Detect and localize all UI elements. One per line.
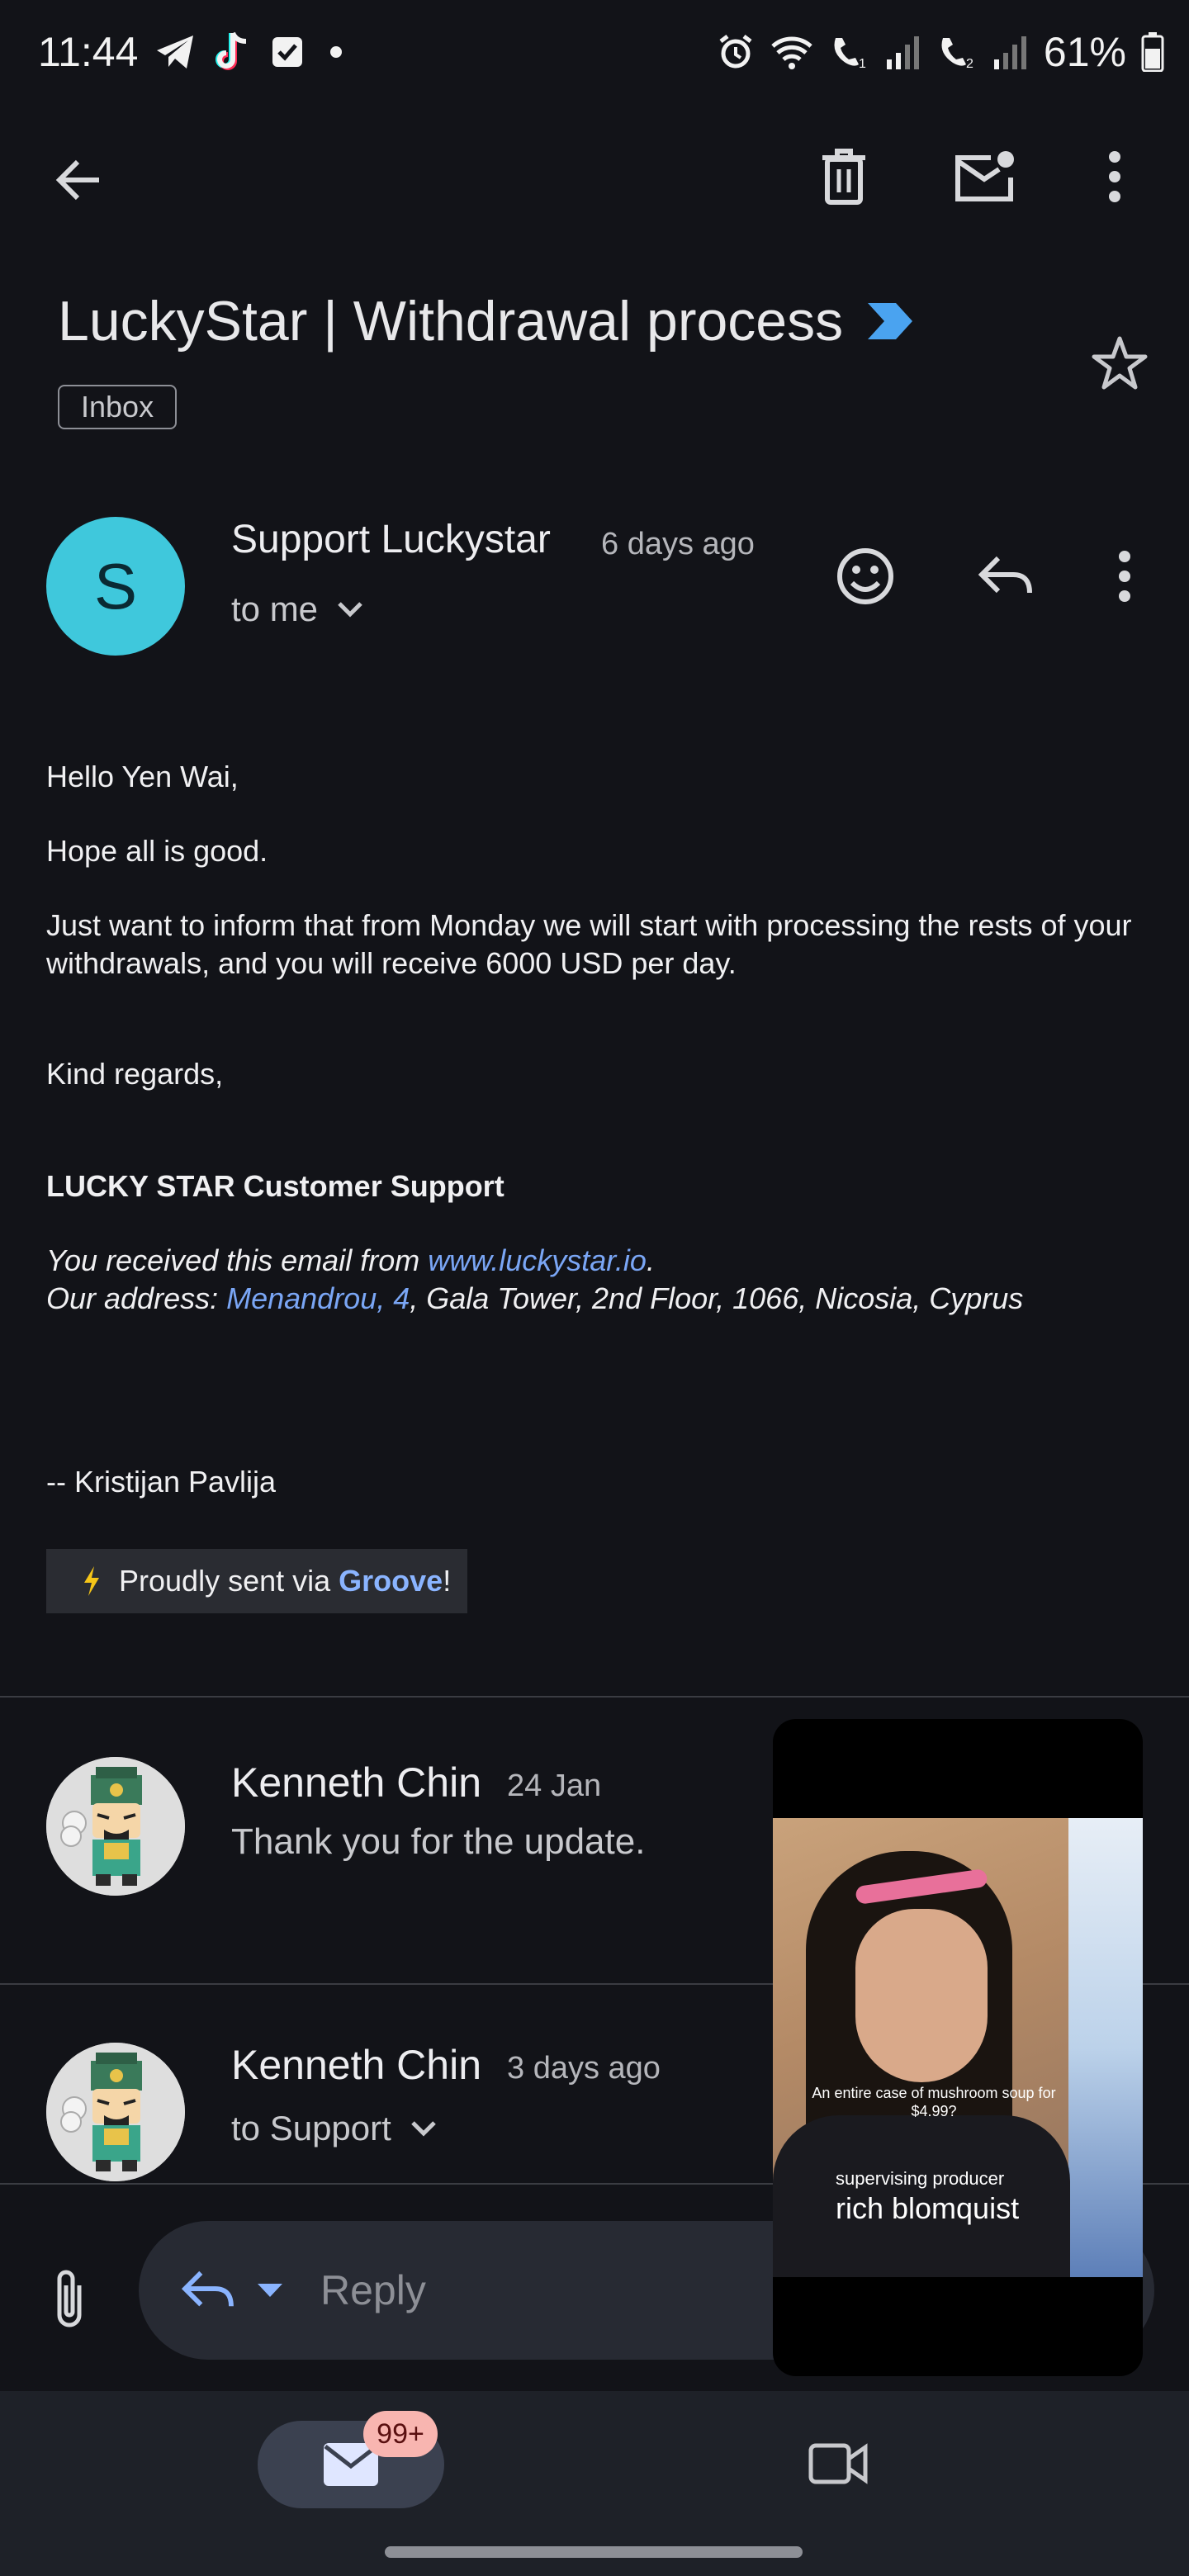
luckystar-link[interactable]: www.luckystar.io [428,1243,647,1277]
chevron-down-icon [338,602,362,618]
pip-video-window[interactable]: An entire case of mushroom soup for $4.9… [773,1719,1143,2376]
recipient-details-toggle[interactable]: to Support [231,2109,438,2148]
thread-sender-name: Kenneth Chin [231,2042,482,2088]
status-time: 11:44 [38,29,139,75]
sender-avatar[interactable]: S [46,517,185,656]
star-icon [1092,336,1148,390]
video-frame: An entire case of mushroom soup for $4.9… [773,1818,1143,2277]
message-more-button[interactable] [1095,542,1154,611]
svg-text:2: 2 [966,57,973,71]
character-avatar-icon [46,2043,185,2181]
body-signature: -- Kristijan Pavlija [46,1465,277,1499]
attach-button[interactable] [43,2259,96,2338]
nav-meet-tab[interactable] [801,2431,875,2497]
call-sim1-icon: 1 [834,38,866,71]
sender-name: Support Luckystar [231,518,551,561]
subject-text: LuckyStar | Withdrawal process [58,290,844,353]
kenneth-avatar [46,2043,185,2181]
address-link[interactable]: Menandrou, 4 [226,1281,410,1315]
delete-button[interactable] [811,144,877,210]
store-shelf-graphic [1068,1818,1143,2277]
kenneth-avatar [46,1757,185,1896]
arrow-left-icon [55,159,99,201]
body-line-2: Just want to inform that from Monday we … [46,908,1132,980]
lightning-icon [84,1566,99,1596]
alarm-icon [719,35,752,69]
groove-name: Groove [339,1564,443,1598]
body-greeting: Hello Yen Wai, [46,760,239,793]
reply-button[interactable] [971,542,1040,611]
video-lower-third-name: rich blomquist [836,2191,1020,2225]
svg-text:1: 1 [859,57,866,71]
reply-icon [181,2271,234,2307]
sender-time: 6 days ago [601,527,755,561]
groove-prefix: Proudly sent via [119,1564,339,1598]
inbox-label-chip[interactable]: Inbox [58,385,178,429]
trash-icon [822,149,865,205]
received-prefix: You received this email from [46,1243,429,1277]
more-options-button[interactable] [1082,144,1148,210]
back-button[interactable] [46,147,112,213]
body-received-from: You received this email from www.luckyst… [46,1242,1144,1280]
status-notification-icons [155,31,348,73]
thread-date: 3 days ago [507,2051,661,2086]
dropdown-triangle-icon[interactable] [256,2282,284,2299]
call-sim2-icon: 2 [941,38,973,71]
checkbox-icon [272,37,302,67]
mail-unread-icon [955,151,1014,201]
body-closing: Kind regards, [46,1057,224,1091]
emoji-icon [837,548,893,604]
groove-suffix: ! [443,1564,452,1598]
tiktok-icon [216,31,247,70]
video-subtitle: An entire case of mushroom soup for $4.9… [812,2085,1056,2119]
mark-unread-button[interactable] [948,144,1022,210]
paperclip-icon [57,2270,82,2327]
star-button[interactable] [1087,330,1153,396]
received-suffix: . [646,1243,655,1277]
thread-snippet: Thank you for the update. [231,1821,646,1862]
person-face-graphic [855,1909,988,2082]
recipient-text: to me [231,590,319,628]
battery-icon [1141,32,1164,72]
groove-badge[interactable]: Proudly sent via Groove! [46,1549,467,1613]
status-bar: 11:44 1 2 61% [0,0,1189,112]
react-emoji-button[interactable] [831,542,900,611]
thread-recipient: to Support [231,2109,391,2147]
more-vert-icon [1119,551,1130,602]
character-avatar-icon [46,1757,185,1896]
body-address: Our address: Menandrou, 4, Gala Tower, 2… [46,1280,1144,1318]
chevron-down-icon [411,2121,436,2137]
signal-icon [993,36,1026,69]
reply-icon [978,556,1032,594]
groove-text: Proudly sent via Groove! [119,1564,451,1598]
body-line-1: Hope all is good. [46,834,268,868]
importance-chevron-icon[interactable] [865,300,916,343]
wifi-icon [771,36,812,69]
home-indicator[interactable] [385,2546,803,2558]
status-system-icons: 1 2 61% [717,28,1164,76]
dot-icon [330,46,342,58]
video-lower-third-role: supervising producer [836,2168,1005,2189]
more-vert-icon [1109,151,1120,202]
body-team: LUCKY STAR Customer Support [46,1169,504,1203]
reply-placeholder: Reply [320,2267,426,2313]
thread-sender-name: Kenneth Chin [231,1759,482,1806]
mail-count-badge: 99+ [363,2411,438,2457]
email-subject: LuckyStar | Withdrawal process [58,289,916,353]
video-camera-icon [808,2443,868,2484]
signal-icon [886,36,919,69]
battery-percent: 61% [1043,29,1126,75]
thread-date: 24 Jan [507,1769,602,1803]
address-prefix: Our address: [46,1281,227,1315]
telegram-icon [157,36,193,69]
address-suffix: , Gala Tower, 2nd Floor, 1066, Nicosia, … [410,1281,1024,1315]
top-toolbar [0,124,1189,231]
recipient-details-toggle[interactable]: to me [231,590,364,629]
